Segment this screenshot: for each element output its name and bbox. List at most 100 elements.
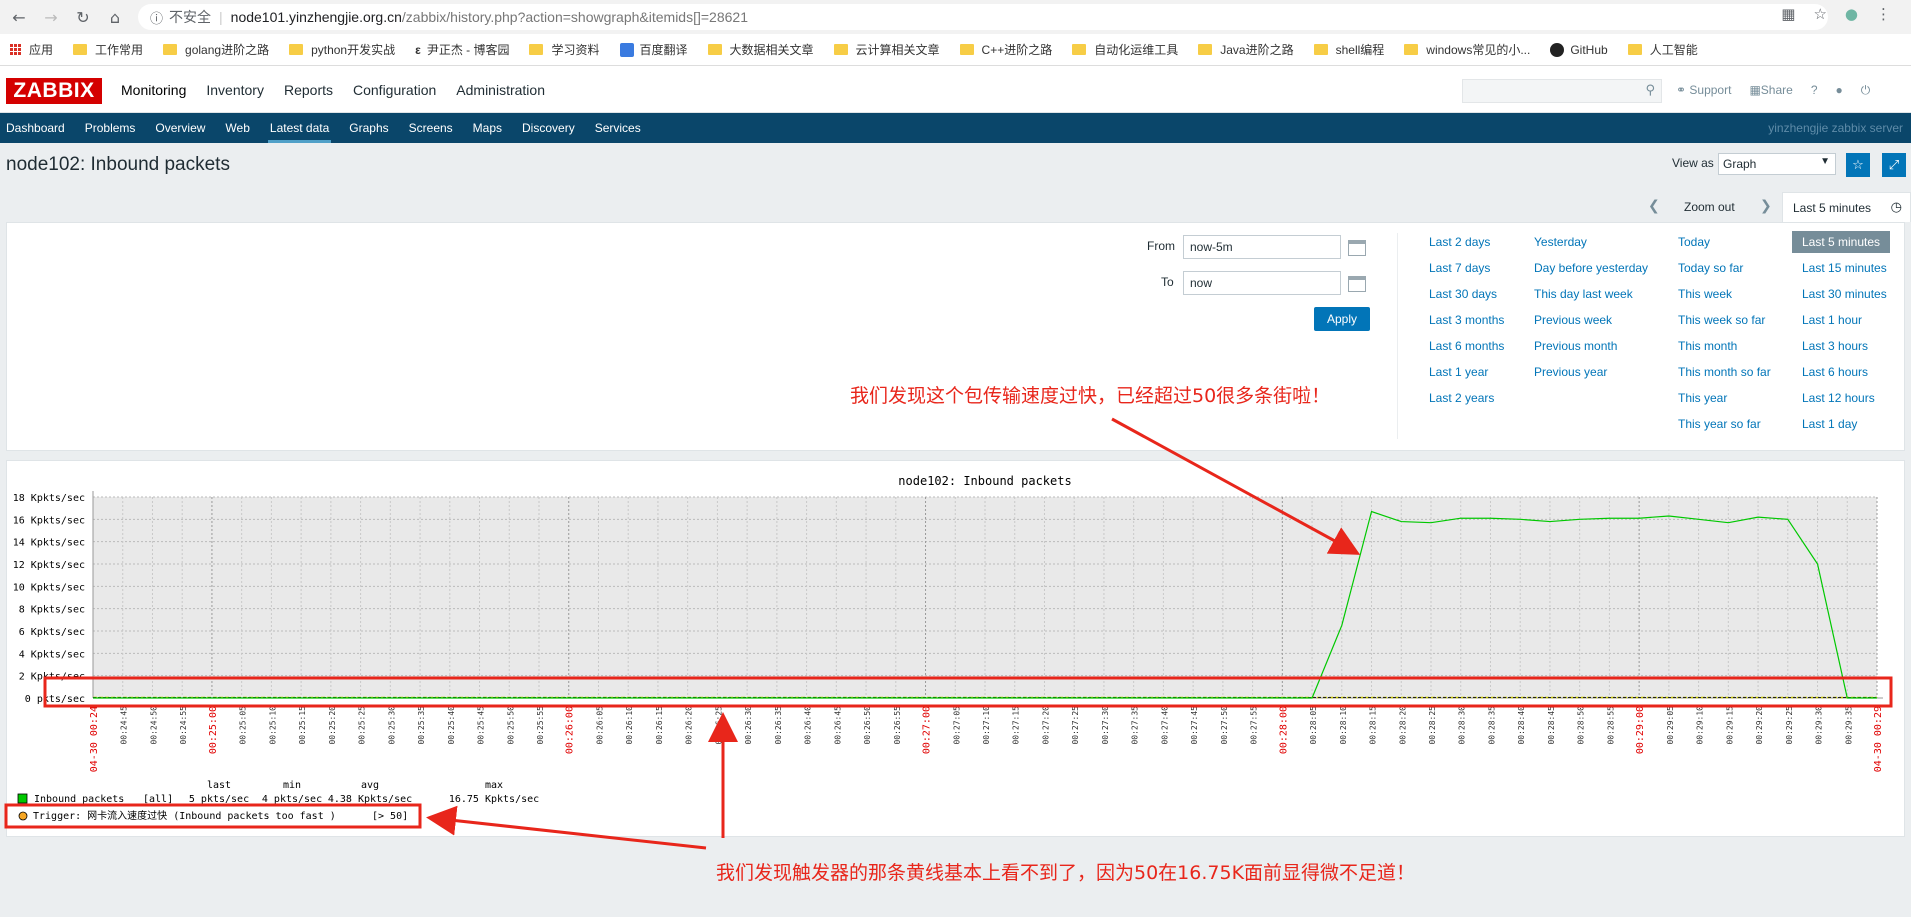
submenu-problems[interactable]: Problems: [85, 113, 136, 143]
search-input[interactable]: ⚲: [1462, 79, 1662, 103]
bookmark-folder[interactable]: 工作常用: [73, 41, 143, 58]
bookmark-folder[interactable]: golang进阶之路: [163, 41, 269, 58]
quick-range-link[interactable]: Last 30 minutes: [1802, 287, 1887, 301]
y-tick-label: 2 Kpkts/sec: [19, 672, 85, 683]
zabbix-logo[interactable]: ZABBIX: [6, 78, 102, 104]
quick-range-link[interactable]: Last 30 days: [1429, 287, 1497, 301]
view-as-select[interactable]: Graph ▼: [1718, 153, 1836, 175]
bookmark-folder[interactable]: python开发实战: [289, 41, 395, 58]
support-link[interactable]: ⚭ Support: [1676, 83, 1731, 98]
bookmark-folder[interactable]: Java进阶之路: [1198, 41, 1294, 58]
quick-range-link[interactable]: Last 7 days: [1429, 261, 1490, 275]
submenu-overview[interactable]: Overview: [155, 113, 205, 143]
profile-icon[interactable]: ●: [1845, 5, 1858, 23]
chevron-right-icon[interactable]: ❯: [1760, 198, 1772, 214]
folder-icon: [1404, 44, 1419, 55]
submenu-screens[interactable]: Screens: [409, 113, 453, 143]
quick-range-link[interactable]: Last 3 hours: [1802, 339, 1868, 353]
quick-range-link[interactable]: Last 1 hour: [1802, 313, 1862, 327]
submenu-discovery[interactable]: Discovery: [522, 113, 575, 143]
x-tick-label: 00:28:55: [1606, 706, 1615, 745]
bookmark-folder[interactable]: shell编程: [1313, 41, 1384, 58]
quick-range-link[interactable]: Last 15 minutes: [1802, 261, 1887, 275]
bookmark-star-icon[interactable]: ☆: [1813, 5, 1826, 23]
bookmark-translate[interactable]: 百度翻译: [619, 41, 688, 58]
quick-range-link[interactable]: This week: [1678, 287, 1732, 301]
reload-icon[interactable]: ↻: [70, 4, 96, 30]
bookmark-folder[interactable]: 自动化运维工具: [1072, 41, 1178, 58]
calendar-icon[interactable]: [1348, 276, 1366, 292]
from-input[interactable]: now-5m: [1183, 235, 1341, 259]
quick-range-link[interactable]: Last 5 minutes: [1792, 231, 1891, 253]
quick-range-link[interactable]: Previous year: [1534, 365, 1607, 379]
menu-reports[interactable]: Reports: [284, 82, 333, 98]
menu-icon[interactable]: ⋮: [1876, 5, 1891, 23]
menu-administration[interactable]: Administration: [456, 82, 545, 98]
chevron-left-icon[interactable]: ❮: [1648, 198, 1660, 214]
logout-icon[interactable]: ⏻: [1861, 83, 1871, 98]
bookmark-blog[interactable]: ε 尹正杰 - 博客园: [415, 41, 509, 58]
bookmark-github[interactable]: GitHub: [1550, 42, 1608, 57]
translate-icon[interactable]: ▦: [1781, 5, 1795, 23]
tab-time-period[interactable]: Last 5 minutes ◷: [1782, 192, 1911, 222]
submenu-web[interactable]: Web: [225, 113, 249, 143]
back-icon[interactable]: ←: [6, 4, 32, 30]
bookmark-folder[interactable]: 人工智能: [1627, 41, 1698, 58]
quick-range-link[interactable]: Last 3 months: [1429, 313, 1504, 327]
quick-range-link[interactable]: Day before yesterday: [1534, 261, 1648, 275]
quick-range-link[interactable]: Previous week: [1534, 313, 1612, 327]
bookmark-folder[interactable]: C++进阶之路: [959, 41, 1052, 58]
folder-icon: [289, 44, 304, 55]
calendar-icon[interactable]: [1348, 240, 1366, 256]
submenu-dashboard[interactable]: Dashboard: [6, 113, 65, 143]
quick-range-link[interactable]: Last 1 day: [1802, 417, 1857, 431]
address-bar[interactable]: ⓘ 不安全 | node101.yinzhengjie.org.cn/zabbi…: [138, 4, 1828, 30]
to-input[interactable]: now: [1183, 271, 1341, 295]
quick-range-link[interactable]: Yesterday: [1534, 235, 1587, 249]
quick-range-link[interactable]: This month so far: [1678, 365, 1771, 379]
quick-range-link[interactable]: This month: [1678, 339, 1737, 353]
bookmark-apps[interactable]: 应用: [10, 41, 53, 58]
forward-icon[interactable]: →: [38, 4, 64, 30]
inbound-packets-graph[interactable]: node102: Inbound packets 18 Kpkts/sec 16 K…: [7, 461, 1906, 838]
submenu-latest-data[interactable]: Latest data: [267, 113, 332, 143]
favorite-star-button[interactable]: ☆: [1846, 153, 1870, 177]
x-tick-label: 00:25:10: [268, 706, 277, 745]
user-profile-icon[interactable]: ●: [1836, 83, 1843, 98]
quick-range-link[interactable]: Last 12 hours: [1802, 391, 1875, 405]
apply-button[interactable]: Apply: [1314, 307, 1370, 331]
submenu-services[interactable]: Services: [595, 113, 641, 143]
home-icon[interactable]: ⌂: [102, 4, 128, 30]
x-tick-label: 00:26:00: [565, 706, 576, 754]
submenu-maps[interactable]: Maps: [473, 113, 502, 143]
quick-range-link[interactable]: Previous month: [1534, 339, 1617, 353]
x-tick-label: 00:25:40: [447, 706, 456, 745]
submenu-graphs[interactable]: Graphs: [349, 113, 388, 143]
menu-inventory[interactable]: Inventory: [206, 82, 264, 98]
menu-monitoring[interactable]: Monitoring: [121, 82, 186, 98]
quick-range-link[interactable]: Today so far: [1678, 261, 1743, 275]
menu-configuration[interactable]: Configuration: [353, 82, 436, 98]
quick-range-link[interactable]: This year so far: [1678, 417, 1761, 431]
help-link[interactable]: ?: [1811, 83, 1818, 98]
zoom-out-button[interactable]: Zoom out: [1684, 200, 1735, 214]
quick-range-link[interactable]: Last 2 years: [1429, 391, 1494, 405]
quick-range-link[interactable]: This year: [1678, 391, 1727, 405]
quick-range-link[interactable]: Last 2 days: [1429, 235, 1490, 249]
fullscreen-button[interactable]: ⤢: [1882, 153, 1906, 177]
bookmark-folder[interactable]: windows常见的小...: [1404, 41, 1530, 58]
x-tick-label: 00:28:20: [1398, 706, 1407, 745]
quick-range-link[interactable]: Last 6 hours: [1802, 365, 1868, 379]
quick-range-link[interactable]: This week so far: [1678, 313, 1765, 327]
quick-range-link[interactable]: Last 1 year: [1429, 365, 1488, 379]
quick-range-link[interactable]: Last 6 months: [1429, 339, 1504, 353]
bookmark-folder[interactable]: 云计算相关文章: [833, 41, 940, 58]
bookmark-folder[interactable]: 学习资料: [529, 41, 600, 58]
quick-range-link[interactable]: Today: [1678, 235, 1710, 249]
quick-range-link[interactable]: This day last week: [1534, 287, 1633, 301]
bookmark-folder[interactable]: 大数据相关文章: [707, 41, 814, 58]
y-tick-label: 12 Kpkts/sec: [13, 560, 85, 571]
info-icon[interactable]: ⓘ: [150, 8, 163, 27]
search-icon[interactable]: ⚲: [1645, 83, 1655, 98]
share-link[interactable]: ▦Share: [1749, 83, 1792, 98]
